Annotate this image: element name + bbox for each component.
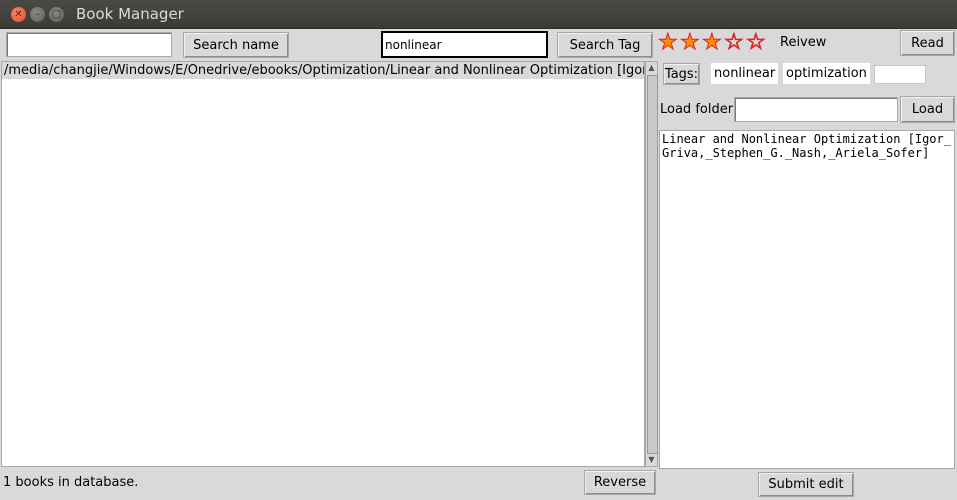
review-label: Reivew [780,35,827,50]
star-icon[interactable]: ★ [702,31,723,54]
tags-button[interactable]: Tags: [663,63,700,85]
star-icon[interactable]: ★ [680,31,701,54]
status-text: 1 books in database. [3,475,139,490]
load-button[interactable]: Load [900,96,955,123]
reverse-button[interactable]: Reverse [584,470,656,495]
search-name-input[interactable] [6,32,172,57]
title-bar: ✕ – □ Book Manager [0,0,957,29]
load-folder-label: Load folder: [660,102,738,117]
search-tag-button[interactable]: Search Tag [557,32,653,58]
submit-edit-button[interactable]: Submit edit [758,472,854,497]
scroll-thumb[interactable] [647,75,658,454]
read-button[interactable]: Read [900,30,955,56]
star-icon[interactable]: ☆ [746,31,767,54]
scroll-up-icon[interactable]: ▲ [646,62,657,74]
search-name-button[interactable]: Search name [183,32,289,58]
star-icon[interactable]: ☆ [724,31,745,54]
tag-chip[interactable]: nonlinear [711,63,779,84]
load-folder-input[interactable] [734,97,898,122]
scroll-down-icon[interactable]: ▼ [646,454,657,466]
book-detail-text[interactable]: Linear and Nonlinear Optimization [Igor_… [659,130,955,469]
new-tag-input[interactable] [874,65,926,84]
window-title: Book Manager [76,5,184,23]
list-item[interactable]: /media/changjie/Windows/E/Onedrive/ebook… [2,62,644,79]
tag-chip[interactable]: optimization [783,63,870,84]
minimize-icon[interactable]: – [30,7,45,22]
close-icon[interactable]: ✕ [11,7,26,22]
star-icon[interactable]: ★ [658,31,679,54]
maximize-icon[interactable]: □ [49,7,64,22]
results-list[interactable]: /media/changjie/Windows/E/Onedrive/ebook… [1,61,645,467]
search-tag-input[interactable] [381,31,548,58]
results-scrollbar[interactable]: ▲ ▼ [645,61,658,467]
